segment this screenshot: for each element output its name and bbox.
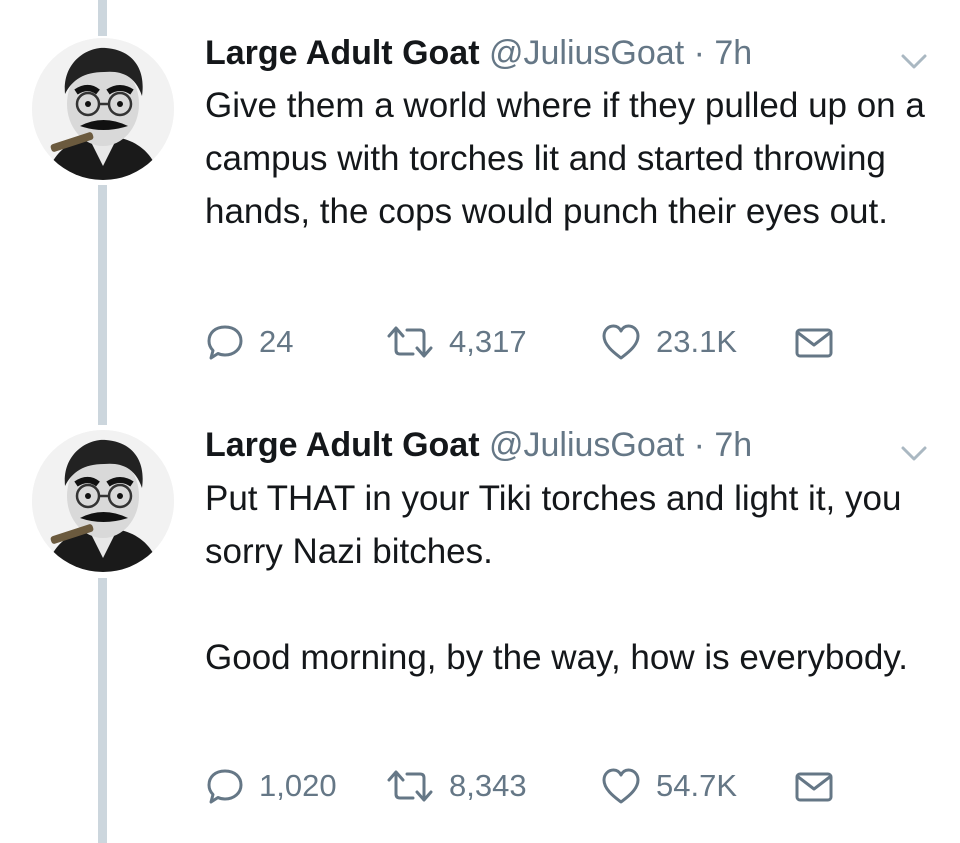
reply-count: 1,020 [259, 768, 337, 803]
retweet-arrows-icon [387, 770, 433, 802]
separator-dot: · [693, 426, 705, 464]
tweet-paragraph: Put THAT in your Tiki torches and light … [205, 479, 902, 571]
direct-message-button[interactable] [793, 320, 835, 364]
like-count: 23.1K [656, 324, 738, 359]
reply-bubble-icon [207, 769, 243, 804]
avatar[interactable] [32, 38, 174, 180]
tweet-text: Give them a world where if they pulled u… [205, 79, 945, 238]
like-button[interactable]: 23.1K [600, 320, 737, 364]
reply-bubble-icon [207, 325, 243, 360]
tweet-actions: 24 4,317 23.1K [205, 320, 865, 364]
reply-button[interactable]: 24 [205, 320, 293, 364]
direct-message-button[interactable] [793, 764, 835, 808]
reply-count: 24 [259, 324, 294, 359]
reply-button[interactable]: 1,020 [205, 764, 337, 808]
retweet-count: 4,317 [449, 324, 527, 359]
tweet-header: Large Adult Goat @JuliusGoat · 7h [205, 425, 752, 465]
user-handle[interactable]: @JuliusGoat [489, 426, 684, 464]
avatar[interactable] [32, 430, 174, 572]
retweet-arrows-icon [387, 326, 433, 358]
tweet-header: Large Adult Goat @JuliusGoat · 7h [205, 33, 752, 73]
envelope-icon [795, 772, 833, 802]
avatar-portrait-icon [32, 430, 174, 572]
tweet-actions: 1,020 8,343 54.7K [205, 764, 865, 808]
heart-icon [602, 324, 640, 360]
display-name[interactable]: Large Adult Goat [205, 426, 480, 464]
retweet-button[interactable]: 8,343 [385, 764, 527, 808]
tweet-paragraph: Give them a world where if they pulled u… [205, 86, 925, 231]
retweet-button[interactable]: 4,317 [385, 320, 527, 364]
tweet-paragraph: Good morning, by the way, how is everybo… [205, 638, 908, 677]
display-name[interactable]: Large Adult Goat [205, 34, 480, 72]
tweet[interactable]: Large Adult Goat @JuliusGoat · 7h Put TH… [0, 425, 960, 843]
separator-dot: · [693, 34, 705, 72]
retweet-count: 8,343 [449, 768, 527, 803]
tweet[interactable]: Large Adult Goat @JuliusGoat · 7h Give t… [0, 0, 960, 410]
timestamp[interactable]: 7h [714, 426, 752, 464]
tweet-text: Put THAT in your Tiki torches and light … [205, 472, 945, 684]
avatar-portrait-icon [32, 38, 174, 180]
chevron-down-icon[interactable] [897, 440, 931, 464]
like-count: 54.7K [656, 768, 738, 803]
chevron-down-icon[interactable] [897, 48, 931, 72]
like-button[interactable]: 54.7K [600, 764, 737, 808]
timestamp[interactable]: 7h [714, 34, 752, 72]
user-handle[interactable]: @JuliusGoat [489, 34, 684, 72]
envelope-icon [795, 328, 833, 358]
heart-icon [602, 768, 640, 804]
